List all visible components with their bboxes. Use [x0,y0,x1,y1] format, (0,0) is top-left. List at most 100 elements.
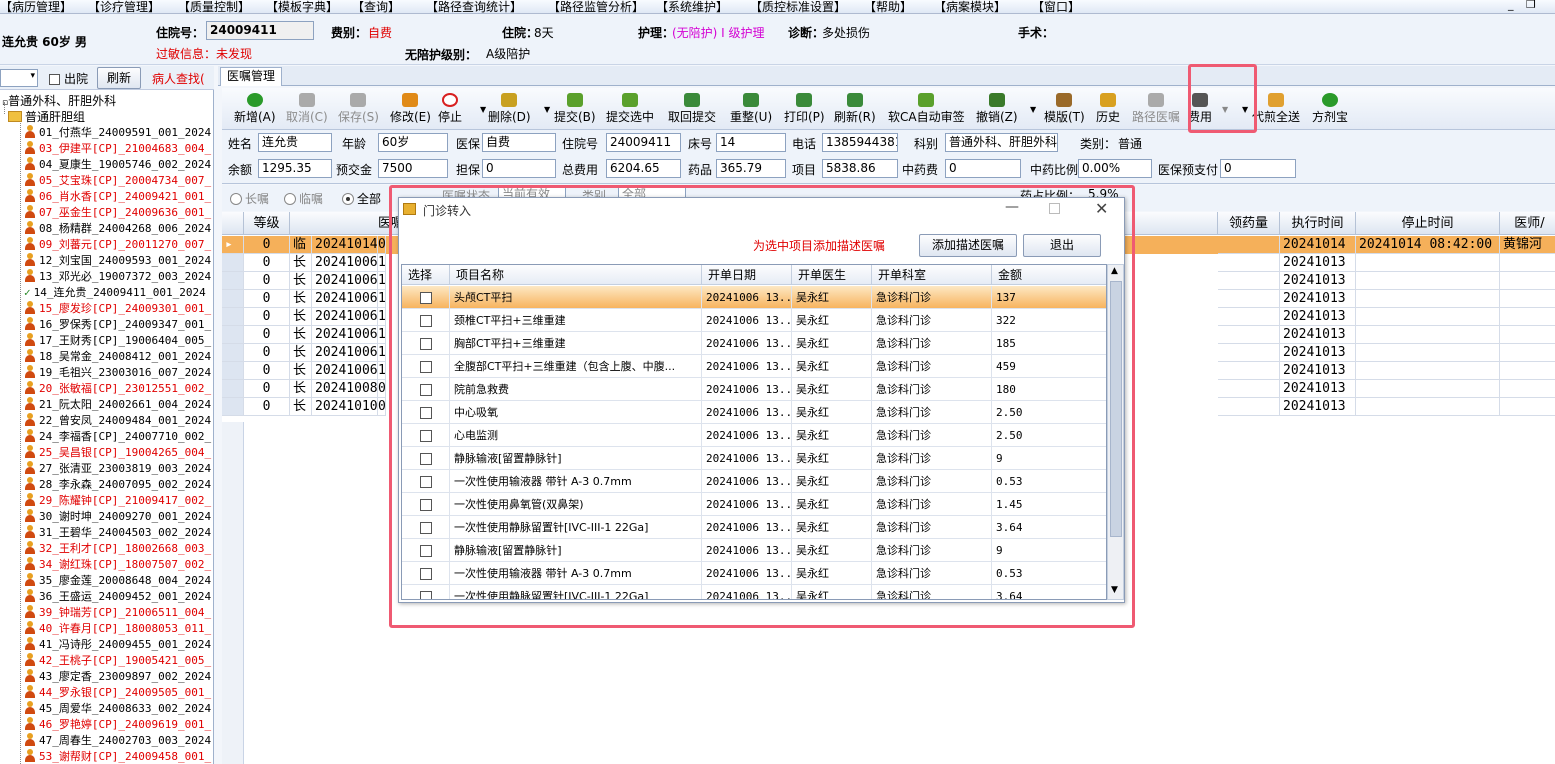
dialog-cell-name[interactable]: 胸部CT平扫+三维重建 [450,332,702,355]
item-select-checkbox[interactable] [402,355,450,378]
grid-cell-exec-time[interactable]: 20241013 [1280,254,1356,272]
dialog-cell-doc[interactable]: 吴永红 [792,286,872,309]
dialog-cell-date[interactable]: 20241006 13... [702,562,792,585]
grid-header[interactable]: 医师/ [1500,212,1555,235]
radio-all[interactable]: 全部 [342,190,381,207]
grid-cell-stop-time[interactable] [1356,308,1500,326]
grid-cell-date[interactable]: 20241006 [312,272,378,290]
minimize-icon[interactable]: — [1005,199,1019,215]
grid-cell-kind[interactable]: 长 [290,344,312,362]
toolbar-button-revoke[interactable]: 撤销(Z) [976,90,1018,125]
dialog-cell-date[interactable]: 20241006 13... [702,493,792,516]
item-select-checkbox[interactable] [402,585,450,599]
dialog-cell-amt[interactable]: 9 [992,539,1106,562]
dialog-cell-dept[interactable]: 急诊科门诊 [872,401,992,424]
grid-cell-exec-time[interactable]: 20241014 [1280,236,1356,254]
dialog-cell-amt[interactable]: 2.50 [992,401,1106,424]
grid-cell-date[interactable]: 20241006 [312,362,378,380]
grid-cell-exec-time[interactable]: 20241013 [1280,362,1356,380]
grid-cell-qty[interactable] [1218,326,1280,344]
grid-cell-doctor[interactable] [1500,362,1555,380]
patient-list-item[interactable]: 03_伊建平[CP]_21004683_004_ [24,141,211,157]
patient-list-item[interactable]: 27_张清亚_23003819_003_2024 [24,461,211,477]
dialog-cell-dept[interactable]: 急诊科门诊 [872,355,992,378]
grid-row-selector[interactable] [222,362,244,380]
patient-list-item[interactable]: 41_冯诗彤_24009455_001_2024 [24,637,211,653]
toolbar-button-undo[interactable]: 取消(C) [286,90,328,125]
patient-list-item[interactable]: 13_邓光必_19007372_003_2024 [24,269,211,285]
dialog-cell-amt[interactable]: 3.64 [992,516,1106,539]
grid-cell-level[interactable]: 0 [244,380,290,398]
grid-header[interactable]: 停止时间 [1356,212,1500,235]
toolbar-button-print[interactable]: 打印(P) [784,90,825,125]
grid-row-selector[interactable] [222,290,244,308]
toolbar-button-history[interactable]: 历史 [1096,90,1120,125]
grid-cell-doctor[interactable] [1500,344,1555,362]
grid-cell-kind[interactable]: 长 [290,380,312,398]
dropdown-arrow-icon[interactable]: ▼ [480,105,486,114]
patient-list-item[interactable]: 43_廖定香_23009897_002_2024 [24,669,211,685]
dialog-cell-doc[interactable]: 吴永红 [792,562,872,585]
grid-cell-doctor[interactable]: 黄锦河 [1500,236,1555,254]
grid-cell-kind[interactable]: 长 [290,362,312,380]
minimize-window-icon[interactable]: _ [1508,0,1514,11]
dialog-grid-header[interactable]: 金额 [992,265,1106,285]
grid-cell-kind[interactable]: 长 [290,272,312,290]
menu-item-6[interactable]: 【路径监管分析】 [548,0,644,13]
dialog-cell-name[interactable]: 一次性使用输液器 带针 A-3 0.7mm [450,470,702,493]
dialog-cell-date[interactable]: 20241006 13... [702,424,792,447]
patient-list-item[interactable]: 12_刘宝国_24009593_001_2024 [24,253,211,269]
dialog-cell-amt[interactable]: 1.45 [992,493,1106,516]
scroll-up-icon[interactable]: ▲ [1111,266,1118,276]
dialog-cell-doc[interactable]: 吴永红 [792,424,872,447]
dialog-cell-amt[interactable]: 3.64 [992,585,1106,599]
toolbar-button-delete[interactable]: 删除(D) [488,90,531,125]
dialog-scrollbar[interactable]: ▲ ▼ [1107,264,1124,600]
discharged-checkbox[interactable] [49,72,60,86]
toolbar-button-add[interactable]: 新增(A) [234,90,276,125]
patient-list-item[interactable]: 31_王碧华_24004503_002_2024 [24,525,211,541]
menu-item-0[interactable]: 【病历管理】 [0,0,72,13]
toolbar-button-save[interactable]: 保存(S) [338,90,379,125]
grid-header[interactable]: 等级 [244,212,290,235]
menu-item-10[interactable]: 【病案模块】 [934,0,1006,13]
patient-list-item[interactable]: 09_刘蕃元[CP]_20011270_007_ [24,237,211,253]
grid-cell-doctor[interactable] [1500,254,1555,272]
grid-row-selector[interactable] [222,398,244,416]
grid-cell-stop-time[interactable] [1356,362,1500,380]
dialog-cell-date[interactable]: 20241006 13... [702,447,792,470]
dialog-cell-doc[interactable]: 吴永红 [792,516,872,539]
scroll-thumb[interactable] [1110,281,1122,537]
grid-cell-level[interactable]: 0 [244,236,290,254]
dialog-cell-date[interactable]: 20241006 13... [702,585,792,599]
restore-window-icon[interactable]: ❐ [1526,0,1536,11]
dialog-grid-header[interactable]: 项目名称 [450,265,702,285]
dialog-cell-doc[interactable]: 吴永红 [792,539,872,562]
grid-cell-doctor[interactable] [1500,398,1555,416]
item-select-checkbox[interactable] [402,378,450,401]
toolbar-button-ca-sign[interactable]: 软CA自动审签 [888,90,965,125]
grid-cell-qty[interactable] [1218,236,1280,254]
dialog-cell-amt[interactable]: 9 [992,447,1106,470]
dialog-cell-name[interactable]: 颈椎CT平扫+三维重建 [450,309,702,332]
dialog-cell-date[interactable]: 20241006 13... [702,401,792,424]
patient-list-item[interactable]: 36_王盛运_24009452_001_2024 [24,589,211,605]
dialog-cell-date[interactable]: 20241006 13... [702,309,792,332]
grid-cell-exec-time[interactable]: 20241013 [1280,272,1356,290]
dialog-cell-doc[interactable]: 吴永红 [792,493,872,516]
patient-list-item[interactable]: 30_谢时坤_24009270_001_2024 [24,509,211,525]
menu-item-1[interactable]: 【诊疗管理】 [88,0,160,13]
grid-cell-kind[interactable]: 长 [290,398,312,416]
grid-cell-date-tail[interactable]: 1 [378,326,386,344]
dialog-cell-date[interactable]: 20241006 13... [702,470,792,493]
dropdown-arrow-icon[interactable]: ▼ [544,105,550,114]
dialog-grid-header[interactable]: 开单医生 [792,265,872,285]
menu-item-5[interactable]: 【路径查询统计】 [426,0,522,13]
grid-cell-stop-time[interactable] [1356,398,1500,416]
toolbar-button-submit-selected[interactable]: 提交选中 [606,90,654,125]
menu-item-4[interactable]: 【查询】 [352,0,400,13]
maximize-icon[interactable] [1049,203,1060,214]
menu-item-8[interactable]: 【质控标准设置】 [750,0,846,13]
grid-cell-qty[interactable] [1218,290,1280,308]
dialog-cell-dept[interactable]: 急诊科门诊 [872,539,992,562]
